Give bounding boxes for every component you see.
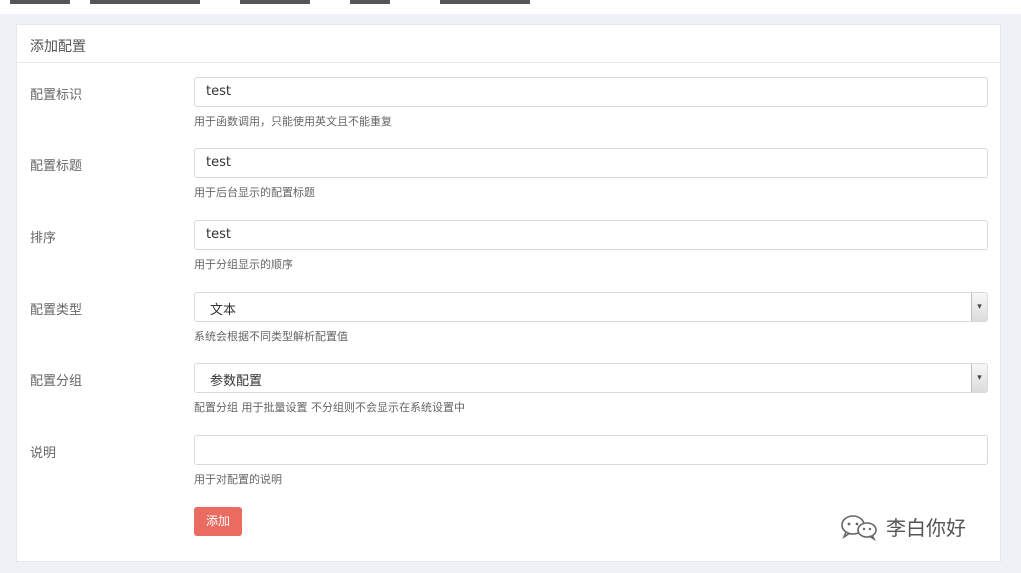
config-type-label: 配置类型 xyxy=(30,303,83,318)
sort-label: 排序 xyxy=(30,231,57,246)
top-edge-strip xyxy=(0,0,1021,14)
add-button[interactable]: 添加 xyxy=(194,507,242,536)
description-label: 说明 xyxy=(30,446,57,461)
description-hint: 用于对配置的说明 xyxy=(194,473,282,486)
add-config-panel: 添加配置 配置标识 test 用于函数调用，只能使用英文且不能重复 配置标题 t… xyxy=(16,24,1001,562)
description-input[interactable] xyxy=(194,435,988,465)
config-title-hint: 用于后台显示的配置标题 xyxy=(194,186,315,199)
config-type-select[interactable]: 文本 ▾ xyxy=(194,292,988,322)
config-title-input[interactable]: test xyxy=(194,148,988,178)
watermark-text: 李白你好 xyxy=(886,516,966,540)
chevron-down-icon[interactable]: ▾ xyxy=(971,293,987,321)
config-group-label: 配置分组 xyxy=(30,374,83,389)
config-key-label: 配置标识 xyxy=(30,88,83,103)
watermark: 李白你好 xyxy=(838,512,966,541)
wechat-icon xyxy=(841,514,877,541)
config-group-select[interactable]: 参数配置 ▾ xyxy=(194,363,988,393)
config-type-selected-value: 文本 xyxy=(210,303,237,318)
config-type-hint: 系统会根据不同类型解析配置值 xyxy=(194,330,348,343)
sort-input[interactable]: test xyxy=(194,220,988,250)
config-title-label: 配置标题 xyxy=(30,159,83,174)
chevron-down-icon[interactable]: ▾ xyxy=(971,364,987,392)
config-key-hint: 用于函数调用，只能使用英文且不能重复 xyxy=(194,115,392,128)
config-key-input[interactable]: test xyxy=(194,77,988,107)
sort-hint: 用于分组显示的顺序 xyxy=(194,258,293,271)
config-group-hint: 配置分组 用于批量设置 不分组则不会显示在系统设置中 xyxy=(194,401,465,414)
panel-title: 添加配置 xyxy=(17,25,1000,63)
config-group-selected-value: 参数配置 xyxy=(210,374,263,389)
